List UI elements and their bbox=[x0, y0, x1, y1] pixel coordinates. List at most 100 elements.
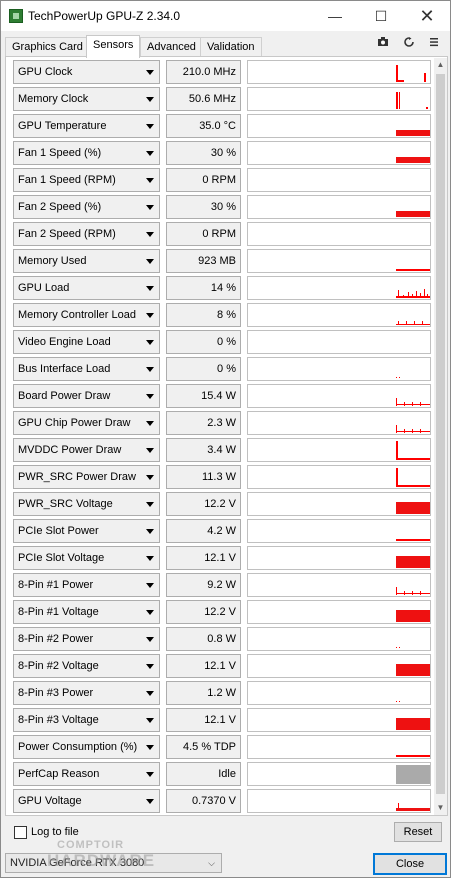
dropdown-arrow-icon[interactable] bbox=[146, 475, 154, 480]
sensor-graph bbox=[247, 276, 431, 300]
dropdown-arrow-icon[interactable] bbox=[146, 340, 154, 345]
dropdown-arrow-icon[interactable] bbox=[146, 367, 154, 372]
sensor-name-dropdown[interactable]: 8-Pin #3 Power bbox=[13, 681, 160, 705]
sensor-row-power-consumption: Power Consumption (%) 4.5 % TDP bbox=[13, 734, 431, 761]
sensor-value: 0 % bbox=[166, 357, 241, 381]
vertical-scrollbar[interactable]: ▲ ▼ bbox=[434, 58, 447, 815]
hamburger-menu-icon[interactable] bbox=[427, 37, 441, 51]
reset-button[interactable]: Reset bbox=[394, 822, 442, 842]
sensor-name-dropdown[interactable]: Power Consumption (%) bbox=[13, 735, 160, 759]
sensor-name-dropdown[interactable]: Fan 2 Speed (RPM) bbox=[13, 222, 160, 246]
dropdown-arrow-icon[interactable] bbox=[146, 151, 154, 156]
dropdown-arrow-icon[interactable] bbox=[146, 583, 154, 588]
sensor-value: 12.2 V bbox=[166, 492, 241, 516]
log-to-file-checkbox[interactable] bbox=[14, 826, 27, 839]
dropdown-arrow-icon[interactable] bbox=[146, 745, 154, 750]
sensor-name-dropdown[interactable]: Board Power Draw bbox=[13, 384, 160, 408]
dropdown-arrow-icon[interactable] bbox=[146, 313, 154, 318]
dropdown-arrow-icon[interactable] bbox=[146, 124, 154, 129]
maximize-button[interactable]: ☐ bbox=[358, 1, 404, 31]
scroll-down-arrow-icon[interactable]: ▼ bbox=[434, 801, 447, 815]
sensor-name-dropdown[interactable]: Fan 2 Speed (%) bbox=[13, 195, 160, 219]
sensor-name-dropdown[interactable]: GPU Load bbox=[13, 276, 160, 300]
dropdown-arrow-icon[interactable] bbox=[146, 610, 154, 615]
refresh-icon[interactable] bbox=[402, 37, 416, 51]
dropdown-arrow-icon[interactable] bbox=[146, 97, 154, 102]
log-to-file-label[interactable]: Log to file bbox=[31, 826, 79, 838]
sensor-name-dropdown[interactable]: 8-Pin #2 Power bbox=[13, 627, 160, 651]
sensor-name-label: 8-Pin #1 Power bbox=[18, 579, 94, 591]
sensor-value: 0 RPM bbox=[166, 222, 241, 246]
dropdown-arrow-icon[interactable] bbox=[146, 556, 154, 561]
sensor-name-dropdown[interactable]: PWR_SRC Voltage bbox=[13, 492, 160, 516]
sensor-name-dropdown[interactable]: MVDDC Power Draw bbox=[13, 438, 160, 462]
camera-icon[interactable] bbox=[376, 37, 390, 51]
sensor-graph bbox=[247, 465, 431, 489]
dropdown-arrow-icon[interactable] bbox=[146, 637, 154, 642]
sensor-name-dropdown[interactable]: GPU Chip Power Draw bbox=[13, 411, 160, 435]
sensor-value: 1.2 W bbox=[166, 681, 241, 705]
dropdown-arrow-icon[interactable] bbox=[146, 718, 154, 723]
sensor-name-dropdown[interactable]: GPU Clock bbox=[13, 60, 160, 84]
scroll-thumb[interactable] bbox=[436, 74, 445, 794]
sensor-name-dropdown[interactable]: 8-Pin #1 Voltage bbox=[13, 600, 160, 624]
dropdown-arrow-icon[interactable] bbox=[146, 448, 154, 453]
dropdown-arrow-icon[interactable] bbox=[146, 502, 154, 507]
sensor-row-fan-1-speed: Fan 1 Speed (%) 30 % bbox=[13, 140, 431, 167]
scroll-up-arrow-icon[interactable]: ▲ bbox=[434, 58, 447, 72]
sensor-row-pcie-slot-voltage: PCIe Slot Voltage 12.1 V bbox=[13, 545, 431, 572]
sensor-name-dropdown[interactable]: Fan 1 Speed (RPM) bbox=[13, 168, 160, 192]
title-bar[interactable]: TechPowerUp GPU-Z 2.34.0 — ☐ ✕ bbox=[1, 1, 450, 31]
sensor-name-dropdown[interactable]: 8-Pin #3 Voltage bbox=[13, 708, 160, 732]
sensor-name-dropdown[interactable]: Memory Used bbox=[13, 249, 160, 273]
sensor-value: 2.3 W bbox=[166, 411, 241, 435]
dropdown-arrow-icon[interactable] bbox=[146, 70, 154, 75]
sensor-name-dropdown[interactable]: Memory Clock bbox=[13, 87, 160, 111]
sensor-graph bbox=[247, 708, 431, 732]
sensor-graph bbox=[247, 384, 431, 408]
sensor-name-dropdown[interactable]: 8-Pin #2 Voltage bbox=[13, 654, 160, 678]
sensor-graph bbox=[247, 735, 431, 759]
tab-graphics-card[interactable]: Graphics Card bbox=[5, 37, 90, 57]
dropdown-arrow-icon[interactable] bbox=[146, 799, 154, 804]
tab-advanced[interactable]: Advanced bbox=[140, 37, 203, 57]
sensor-list: GPU Clock 210.0 MHz Memory Clock 50.6 MHz GP… bbox=[13, 59, 431, 815]
dropdown-arrow-icon[interactable] bbox=[146, 259, 154, 264]
sensor-graph bbox=[247, 195, 431, 219]
sensor-row-board-power-draw: Board Power Draw 15.4 W bbox=[13, 383, 431, 410]
sensor-row-fan-2-speed: Fan 2 Speed (%) 30 % bbox=[13, 194, 431, 221]
gpuz-app-icon bbox=[9, 9, 23, 23]
dropdown-arrow-icon[interactable] bbox=[146, 394, 154, 399]
svg-text:COMPTOIR: COMPTOIR bbox=[57, 839, 124, 851]
dropdown-arrow-icon[interactable] bbox=[146, 178, 154, 183]
sensor-name-dropdown[interactable]: PerfCap Reason bbox=[13, 762, 160, 786]
minimize-button[interactable]: — bbox=[312, 1, 358, 31]
sensor-name-label: MVDDC Power Draw bbox=[18, 444, 122, 456]
close-button[interactable]: Close bbox=[373, 853, 447, 875]
sensors-panel: GPU Clock 210.0 MHz Memory Clock 50.6 MHz GP… bbox=[5, 56, 448, 816]
sensor-name-dropdown[interactable]: 8-Pin #1 Power bbox=[13, 573, 160, 597]
sensor-name-dropdown[interactable]: Video Engine Load bbox=[13, 330, 160, 354]
sensor-name-dropdown[interactable]: Memory Controller Load bbox=[13, 303, 160, 327]
dropdown-arrow-icon[interactable] bbox=[146, 772, 154, 777]
tab-sensors[interactable]: Sensors bbox=[86, 35, 141, 58]
dropdown-arrow-icon[interactable] bbox=[146, 232, 154, 237]
dropdown-arrow-icon[interactable] bbox=[146, 205, 154, 210]
gpu-select-dropdown[interactable]: NVIDIA GeForce RTX 3080 ⌵ bbox=[5, 853, 222, 873]
sensor-name-dropdown[interactable]: PCIe Slot Power bbox=[13, 519, 160, 543]
sensor-value: 12.2 V bbox=[166, 600, 241, 624]
sensor-name-dropdown[interactable]: GPU Temperature bbox=[13, 114, 160, 138]
sensor-name-dropdown[interactable]: Bus Interface Load bbox=[13, 357, 160, 381]
sensor-name-dropdown[interactable]: PCIe Slot Voltage bbox=[13, 546, 160, 570]
dropdown-arrow-icon[interactable] bbox=[146, 286, 154, 291]
dropdown-arrow-icon[interactable] bbox=[146, 691, 154, 696]
sensor-name-dropdown[interactable]: PWR_SRC Power Draw bbox=[13, 465, 160, 489]
sensor-name-dropdown[interactable]: Fan 1 Speed (%) bbox=[13, 141, 160, 165]
sensor-name-dropdown[interactable]: GPU Voltage bbox=[13, 789, 160, 813]
dropdown-arrow-icon[interactable] bbox=[146, 529, 154, 534]
close-window-button[interactable]: ✕ bbox=[404, 1, 450, 31]
dropdown-arrow-icon[interactable] bbox=[146, 421, 154, 426]
dropdown-arrow-icon[interactable] bbox=[146, 664, 154, 669]
sensor-name-label: PWR_SRC Voltage bbox=[18, 498, 113, 510]
tab-validation[interactable]: Validation bbox=[200, 37, 262, 57]
